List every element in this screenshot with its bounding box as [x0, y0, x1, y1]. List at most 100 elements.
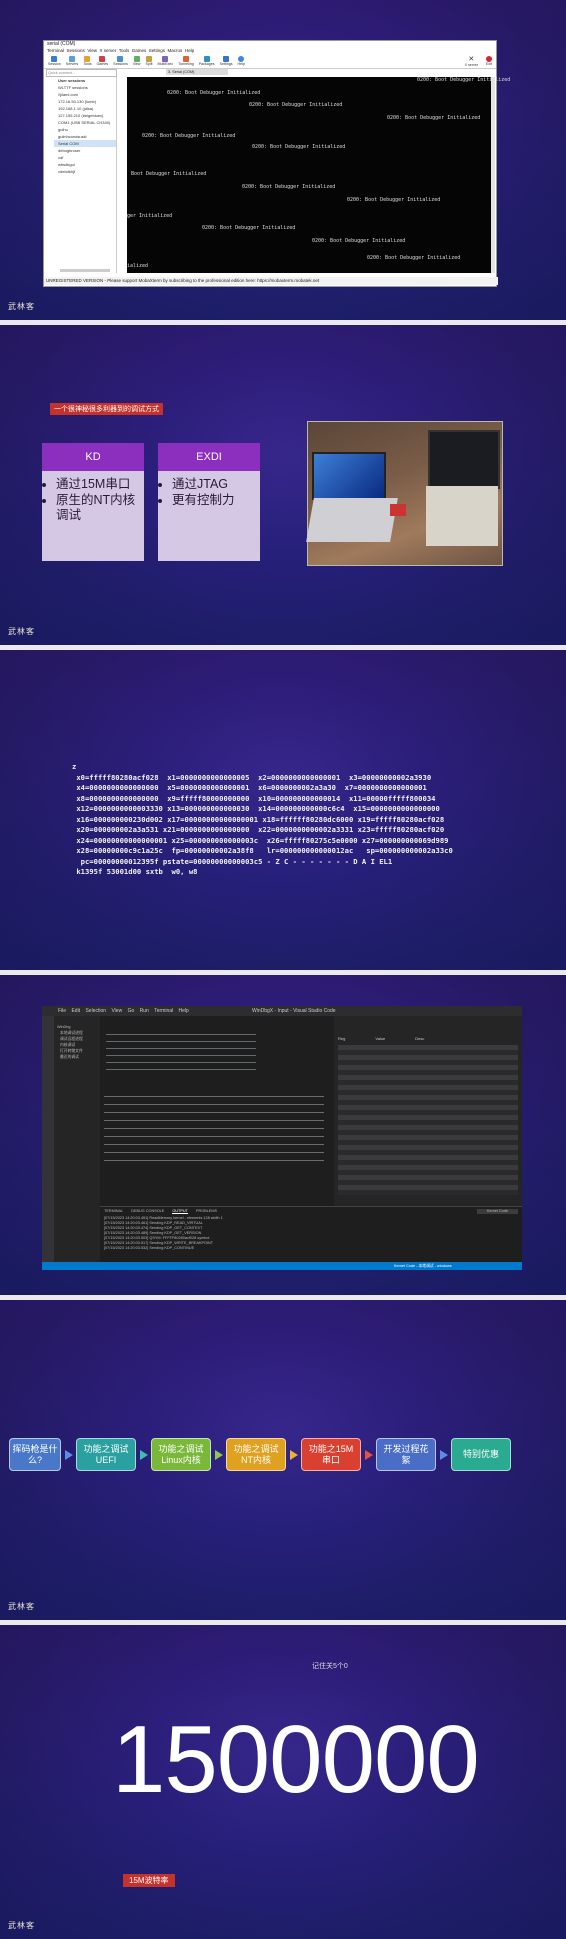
toolbar-sessions-button[interactable]: Sessions: [113, 56, 128, 66]
menu-xserver[interactable]: X server: [100, 48, 117, 53]
toolbar-settings-button[interactable]: Settings: [220, 56, 233, 66]
x-server-icon: ✕: [468, 55, 475, 63]
sidebar-item[interactable]: 最近的调试: [54, 1054, 100, 1060]
session-item[interactable]: debugbroser: [54, 147, 116, 154]
flow-step-intro[interactable]: 挥码枪是什 么?: [9, 1438, 61, 1471]
list-item: 通过JTAG: [172, 477, 260, 492]
terminal-output[interactable]: 0200: Boot Debugger Initialized 0200: Bo…: [127, 77, 510, 273]
sidebar-scrollbar[interactable]: [60, 269, 110, 272]
tab-problems[interactable]: PROBLEMS: [196, 1209, 217, 1214]
left-laptop-screen: [312, 452, 386, 500]
toolbar-session-button[interactable]: Session: [48, 56, 61, 66]
brand-logo: 武林客: [8, 627, 35, 636]
tab-terminal[interactable]: TERMINAL: [104, 1209, 123, 1214]
menu-settings[interactable]: Settings: [149, 48, 165, 53]
arrow-right-icon: [215, 1449, 223, 1460]
session-item[interactable]: WLTTF sessions: [54, 84, 116, 91]
session-item[interactable]: Serial COM: [54, 140, 116, 147]
slide-agenda-flow: 挥码枪是什 么? 功能之调试 UEFI 功能之调试 Linux内核 功能之调试 NT内核…: [0, 1300, 566, 1620]
toolbar-view-button[interactable]: View: [133, 56, 141, 66]
terminal-line: 0200: Boot Debugger Initialized: [347, 197, 441, 203]
kd-card: KD 通过15M串口 原生的NT内核调试: [42, 443, 144, 561]
menu-help[interactable]: Help: [179, 1008, 189, 1014]
session-item[interactable]: \\jilami.com: [54, 91, 116, 98]
flow-step-linux[interactable]: 功能之调试 Linux内核: [151, 1438, 211, 1471]
session-item[interactable]: vdf: [54, 154, 116, 161]
arrow-right-icon: [65, 1449, 73, 1460]
menu-edit[interactable]: Edit: [71, 1008, 80, 1014]
sessions-header: User sessions: [58, 78, 86, 83]
reg-column-header: Reg: [338, 1036, 346, 1041]
menu-tools[interactable]: Tools: [119, 48, 130, 53]
kd-card-title: KD: [42, 443, 144, 471]
menu-sessions[interactable]: Sessions: [67, 48, 85, 53]
session-item[interactable]: 127.155.210 (beigebluex): [54, 112, 116, 119]
session-item[interactable]: guihu: [54, 126, 116, 133]
exdi-card-title: EXDI: [158, 443, 260, 471]
session-item[interactable]: COM1 (USB SERIAL CH340): [54, 119, 116, 126]
output-source-select[interactable]: Kernel Code: [476, 1209, 518, 1214]
registers-panel: Reg Value Desc: [334, 1016, 522, 1206]
menu-games[interactable]: Games: [132, 48, 147, 53]
toolbar-xserver-button[interactable]: ✕ X server: [465, 56, 478, 67]
terminal-line: 0200: Boot Debugger Initialized: [312, 238, 406, 244]
toolbar-tools-button[interactable]: Tools: [83, 56, 92, 66]
session-item[interactable]: guiinhcondsuski: [54, 133, 116, 140]
toolbar-split-button[interactable]: Split: [146, 56, 153, 66]
menu-run[interactable]: Run: [140, 1008, 149, 1014]
toolbar-games-button[interactable]: Games: [97, 56, 108, 66]
output-line: [07/15/2023 14:20:03.532] Sending KDP_CO…: [104, 1246, 195, 1250]
menu-help[interactable]: Help: [185, 48, 194, 53]
toolbar-multiexec-button[interactable]: MultiExec: [158, 56, 173, 66]
menu-terminal[interactable]: Terminal: [154, 1008, 173, 1014]
scrollbar[interactable]: [491, 77, 495, 273]
menu-selection[interactable]: Selection: [85, 1008, 106, 1014]
flow-step-dev[interactable]: 开发过程花絮: [376, 1438, 436, 1471]
terminal-line: 0200: Boot Debugger Initialized: [142, 133, 236, 139]
activity-bar: [42, 1016, 54, 1262]
toolbar-tunneling-button[interactable]: Tunneling: [178, 56, 194, 66]
menu-view[interactable]: View: [87, 48, 97, 53]
flow-step-nt[interactable]: 功能之调试 NT内核: [226, 1438, 286, 1471]
session-tab[interactable]: 3. Serial (COM): [166, 69, 228, 75]
toolbar-packages-button[interactable]: Packages: [199, 56, 215, 66]
session-item[interactable]: vdebdkhjf: [54, 168, 116, 175]
toolbar-servers-button[interactable]: Servers: [66, 56, 78, 66]
menu-view[interactable]: View: [111, 1008, 122, 1014]
menu-file[interactable]: File: [58, 1008, 66, 1014]
quick-connect-placeholder: Quick connect...: [48, 71, 76, 75]
list-item: 通过15M串口: [56, 477, 144, 492]
exdi-card: EXDI 通过JTAG 更有控制力: [158, 443, 260, 561]
session-item[interactable]: 172.16.50.130 (lumb): [54, 98, 116, 105]
debug-board: [390, 504, 406, 516]
terminal-line: 0200: Boot Debugger Initialized: [367, 255, 461, 261]
list-item: 原生的NT内核调试: [56, 493, 144, 523]
toolbar-help-button[interactable]: Help: [238, 56, 245, 66]
window-title: WinDbgX - Input - Visual Studio Code: [252, 1008, 336, 1014]
terminal-line: 0200: Boot Debugger Initialized: [417, 77, 511, 83]
menu-macros[interactable]: Macros: [168, 48, 183, 53]
tab-output[interactable]: OUTPUT: [172, 1209, 188, 1214]
flow-step-offer[interactable]: 特别优惠: [451, 1438, 511, 1471]
terminal-line: Boot Debugger Initialized: [131, 171, 207, 177]
tab-debug-console[interactable]: DEBUG CONSOLE: [131, 1209, 164, 1214]
unregistered-notice: UNREGISTERED VERSION - Please support Mo…: [46, 278, 320, 283]
slide-tag: 一个很神秘很多利器到的调试方式: [50, 403, 163, 415]
session-item[interactable]: wbsdkgui: [54, 161, 116, 168]
session-item[interactable]: 192.168.1.10 (jdlsa): [54, 105, 116, 112]
mobaxterm-window: serial (COM) Terminal Sessions View X se…: [43, 40, 510, 287]
quick-connect-input[interactable]: Quick connect...: [46, 69, 117, 77]
slide-register-dump: z x0=fffff80280acf028 x1=000000000000000…: [0, 650, 566, 970]
session-tab-label: 3. Serial (COM): [168, 70, 195, 74]
slide-baud-rate: 记住关5个0 1500000 15M波特率 武林客: [0, 1625, 566, 1939]
toolbar-exit-button[interactable]: Exit: [486, 55, 492, 67]
menu-go[interactable]: Go: [128, 1008, 135, 1014]
menu-terminal[interactable]: Terminal: [47, 48, 64, 53]
slide-mobaxterm: serial (COM) Terminal Sessions View X se…: [0, 0, 566, 320]
terminal-line: ger Initialized: [127, 213, 173, 219]
flow-step-uefi[interactable]: 功能之调试 UEFI: [76, 1438, 136, 1471]
flow-step-serial[interactable]: 功能之15M 串口: [301, 1438, 361, 1471]
vscode-titlebar: File Edit Selection View Go Run Terminal…: [42, 1006, 522, 1016]
side-panel: WinDbg 本地调试进程 调试远程进程 内核调试 打开转储文件 最近的调试: [54, 1016, 100, 1262]
slide-kd-exdi: 一个很神秘很多利器到的调试方式 KD 通过15M串口 原生的NT内核调试 EXD…: [0, 325, 566, 645]
